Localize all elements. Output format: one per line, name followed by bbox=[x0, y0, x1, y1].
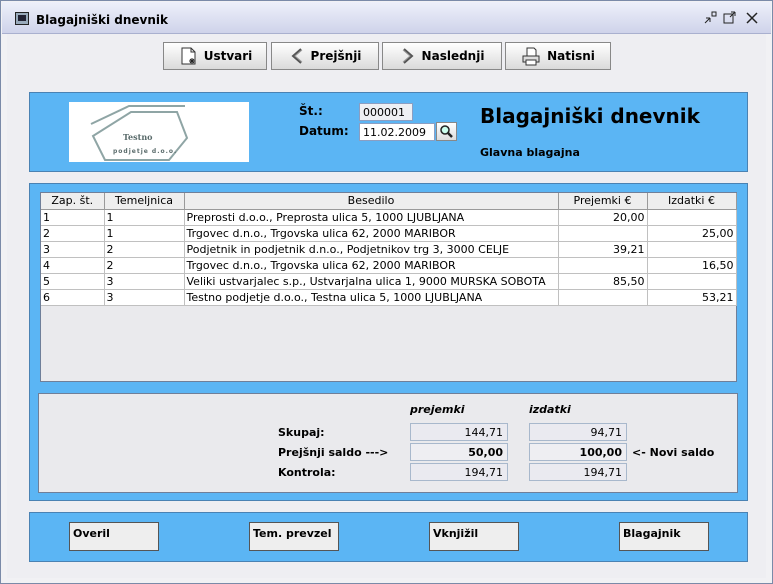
create-label: Ustvari bbox=[203, 49, 253, 63]
table-cell[interactable]: 85,50 bbox=[558, 273, 648, 290]
table-cell[interactable]: 20,00 bbox=[558, 209, 648, 226]
total-expenses-field: 94,71 bbox=[529, 423, 627, 441]
table-row[interactable]: 4 2 Trgovec d.n.o., Trgovska ulica 62, 200… bbox=[41, 257, 737, 274]
verified-by-box[interactable]: Overil bbox=[69, 522, 159, 551]
table-cell[interactable]: 1 bbox=[41, 209, 105, 226]
table-cell[interactable]: Veliki ustvarjalec s.p., Ustvarjalna uli… bbox=[184, 273, 559, 290]
number-label: Št.: bbox=[299, 104, 323, 118]
column-header[interactable]: Zap. št. bbox=[41, 193, 105, 210]
column-header[interactable]: Prejemki € bbox=[558, 193, 648, 210]
date-picker-button[interactable] bbox=[436, 122, 457, 141]
total-receipts-field: 144,71 bbox=[410, 423, 508, 441]
previous-receipts-field[interactable]: 50,00 bbox=[410, 443, 508, 461]
posted-by-box[interactable]: Vknjižil bbox=[429, 522, 519, 551]
company-logo: Testno podjetje d.o.o. bbox=[69, 102, 249, 162]
date-field[interactable]: 11.02.2009 bbox=[359, 123, 435, 141]
logo-text-line2: podjetje d.o.o. bbox=[113, 148, 178, 155]
cashier-box[interactable]: Blagajnik bbox=[619, 522, 709, 551]
next-label: Naslednji bbox=[421, 49, 485, 63]
template-taken-box[interactable]: Tem. prevzel bbox=[249, 522, 339, 551]
maximize-icon[interactable] bbox=[722, 11, 738, 27]
table-row[interactable]: 3 2 Podjetnik in podjetnik d.n.o., Podjetn… bbox=[41, 241, 737, 258]
table-cell[interactable]: 3 bbox=[104, 273, 185, 290]
close-icon[interactable] bbox=[744, 11, 760, 27]
printer-icon bbox=[522, 47, 540, 66]
previous-balance-label: Prejšnji saldo ---> bbox=[278, 446, 389, 459]
table-cell[interactable]: Testno podjetje d.o.o., Testna ulica 5, … bbox=[184, 289, 559, 306]
minimize-icon[interactable] bbox=[702, 11, 718, 27]
table-cell[interactable]: 1 bbox=[104, 209, 185, 226]
table-row[interactable]: 5 3 Veliki ustvarjalec s.p., Ustvarjalna u… bbox=[41, 273, 737, 290]
table-cell[interactable]: Trgovec d.n.o., Trgovska ulica 62, 2000 … bbox=[184, 225, 559, 242]
print-label: Natisni bbox=[547, 49, 595, 63]
title-bar[interactable]: Blagajniški dnevnik bbox=[2, 2, 771, 34]
table-row[interactable]: 1 1 Preprosti d.o.o., Preprosta ulica 5, 1… bbox=[41, 209, 737, 226]
total-label: Skupaj: bbox=[278, 426, 325, 439]
receipts-column-heading: prejemki bbox=[410, 403, 465, 416]
table-cell[interactable] bbox=[647, 241, 737, 258]
table-cell[interactable]: 2 bbox=[104, 241, 185, 258]
cash-register-name: Glavna blagajna bbox=[480, 146, 580, 159]
control-receipts-field: 194,71 bbox=[410, 463, 508, 481]
previous-expenses-field[interactable]: 100,00 bbox=[529, 443, 627, 461]
table-cell[interactable]: Trgovec d.n.o., Trgovska ulica 62, 2000 … bbox=[184, 257, 559, 274]
table-cell[interactable]: 4 bbox=[41, 257, 105, 274]
window-title: Blagajniški dnevnik bbox=[36, 13, 168, 27]
app-icon bbox=[15, 12, 29, 25]
new-balance-label: <- Novi saldo bbox=[632, 446, 715, 459]
table-cell[interactable]: 53,21 bbox=[647, 289, 737, 306]
table-cell[interactable]: 1 bbox=[104, 225, 185, 242]
magnifier-icon bbox=[440, 125, 453, 138]
table-cell[interactable]: 2 bbox=[41, 225, 105, 242]
logo-text-line1: Testno bbox=[123, 132, 153, 142]
table-cell[interactable]: 39,21 bbox=[558, 241, 648, 258]
table-cell[interactable]: Podjetnik in podjetnik d.n.o., Podjetnik… bbox=[184, 241, 559, 258]
table-row[interactable]: 6 3 Testno podjetje d.o.o., Testna ulica 5… bbox=[41, 289, 737, 306]
previous-button[interactable]: Prejšnji bbox=[271, 42, 379, 70]
table-cell[interactable]: 25,00 bbox=[647, 225, 737, 242]
table-cell[interactable]: 3 bbox=[104, 289, 185, 306]
number-field[interactable]: 000001 bbox=[359, 103, 413, 121]
control-expenses-field: 194,71 bbox=[529, 463, 627, 481]
column-header[interactable]: Temeljnica bbox=[104, 193, 185, 210]
table-row[interactable]: 2 1 Trgovec d.n.o., Trgovska ulica 62, 200… bbox=[41, 225, 737, 242]
table-cell[interactable] bbox=[647, 209, 737, 226]
date-label: Datum: bbox=[299, 124, 349, 138]
previous-label: Prejšnji bbox=[310, 49, 362, 63]
summary-panel bbox=[38, 393, 738, 493]
table-cell[interactable] bbox=[558, 289, 648, 306]
page-title: Blagajniški dnevnik bbox=[480, 104, 700, 128]
table-cell[interactable]: 5 bbox=[41, 273, 105, 290]
table-cell[interactable]: 3 bbox=[41, 241, 105, 258]
new-document-icon bbox=[181, 47, 196, 65]
table-cell[interactable] bbox=[558, 225, 648, 242]
journal-table[interactable]: Zap. št. Temeljnica Besedilo Prejemki € … bbox=[40, 192, 737, 382]
table-cell[interactable]: Preprosti d.o.o., Preprosta ulica 5, 100… bbox=[184, 209, 559, 226]
control-label: Kontrola: bbox=[278, 466, 336, 479]
table-cell[interactable]: 16,50 bbox=[647, 257, 737, 274]
chevron-left-icon bbox=[291, 48, 302, 64]
table-cell[interactable] bbox=[647, 273, 737, 290]
column-header[interactable]: Izdatki € bbox=[647, 193, 737, 210]
column-header[interactable]: Besedilo bbox=[184, 193, 559, 210]
chevron-right-icon bbox=[402, 48, 414, 64]
table-header-row: Zap. št. Temeljnica Besedilo Prejemki € … bbox=[41, 193, 737, 210]
print-button[interactable]: Natisni bbox=[505, 42, 611, 70]
table-cell[interactable] bbox=[558, 257, 648, 274]
table-cell[interactable]: 2 bbox=[104, 257, 185, 274]
expenses-column-heading: izdatki bbox=[529, 403, 571, 416]
next-button[interactable]: Naslednji bbox=[382, 42, 502, 70]
create-button[interactable]: Ustvari bbox=[163, 42, 267, 70]
table-cell[interactable]: 6 bbox=[41, 289, 105, 306]
